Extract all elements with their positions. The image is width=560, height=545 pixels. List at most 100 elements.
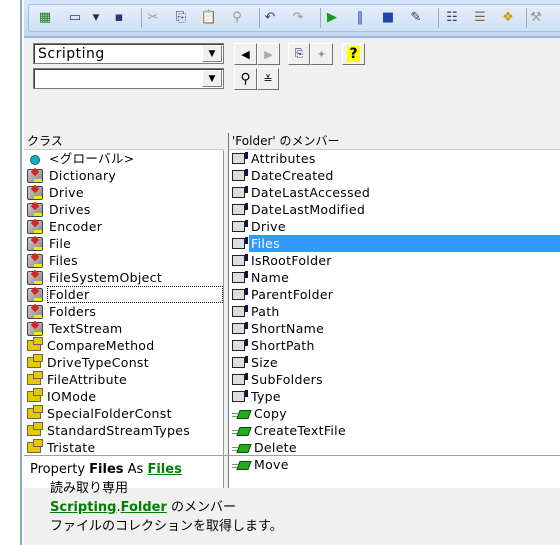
member-item[interactable]: ShortPath bbox=[229, 337, 560, 354]
detail-kind: Property bbox=[30, 462, 86, 477]
class-item[interactable]: DriveTypeConst bbox=[24, 354, 223, 371]
class-item[interactable]: File bbox=[24, 235, 223, 252]
search-combo[interactable]: ▼ bbox=[33, 68, 224, 89]
enum-icon bbox=[27, 371, 43, 385]
item-label: ShortPath bbox=[251, 338, 315, 353]
member-item[interactable]: IsRootFolder bbox=[229, 252, 560, 269]
class-item[interactable]: Encoder bbox=[24, 218, 223, 235]
class-item[interactable]: <グローバル> bbox=[24, 150, 223, 167]
method-icon bbox=[232, 424, 248, 438]
class-item[interactable]: Dictionary bbox=[24, 167, 223, 184]
class-icon bbox=[27, 202, 43, 217]
member-item[interactable]: Delete bbox=[229, 439, 560, 456]
member-item[interactable]: Drive bbox=[229, 218, 560, 235]
member-item[interactable]: ParentFolder bbox=[229, 286, 560, 303]
view-definition-icon: ✦ bbox=[316, 47, 327, 61]
view-definition-button[interactable]: ✦ bbox=[310, 43, 333, 65]
object-browser-icon[interactable]: ❖ bbox=[499, 8, 517, 26]
member-item[interactable]: CreateTextFile bbox=[229, 422, 560, 439]
find-icon[interactable]: ⚲ bbox=[228, 8, 246, 26]
class-item[interactable]: Files bbox=[24, 252, 223, 269]
toolbox-icon[interactable]: ⚒ bbox=[527, 8, 545, 26]
class-item[interactable]: Folder bbox=[24, 286, 223, 303]
member-item[interactable]: Copy bbox=[229, 405, 560, 422]
member-item[interactable]: Path bbox=[229, 303, 560, 320]
class-link[interactable]: Folder bbox=[121, 500, 167, 515]
excel-icon[interactable]: ▦ bbox=[36, 8, 54, 26]
class-item[interactable]: StandardStreamTypes bbox=[24, 422, 223, 439]
item-label: SubFolders bbox=[251, 372, 323, 387]
copy-icon: ⎘ bbox=[294, 47, 304, 60]
member-item[interactable]: Size bbox=[229, 354, 560, 371]
run-icon[interactable]: ▶ bbox=[323, 8, 341, 26]
method-icon bbox=[232, 407, 248, 421]
member-item[interactable]: DateLastModified bbox=[229, 201, 560, 218]
member-item[interactable]: Name bbox=[229, 269, 560, 286]
show-search-results-button[interactable]: ≚ bbox=[257, 68, 279, 90]
item-label: TextStream bbox=[49, 321, 123, 336]
library-combo[interactable]: Scripting ▼ bbox=[33, 43, 224, 64]
property-icon bbox=[232, 186, 248, 198]
class-item[interactable]: IOMode bbox=[24, 388, 223, 405]
left-window-edge bbox=[0, 0, 22, 545]
class-item[interactable]: SpecialFolderConst bbox=[24, 405, 223, 422]
properties-icon[interactable]: ☰ bbox=[471, 8, 489, 26]
property-icon bbox=[232, 322, 248, 334]
property-icon bbox=[232, 305, 248, 317]
undo-icon[interactable]: ↶ bbox=[261, 8, 279, 26]
library-link[interactable]: Scripting bbox=[50, 500, 116, 515]
search-button[interactable]: ⚲ bbox=[234, 68, 257, 90]
member-item[interactable]: Type bbox=[229, 388, 560, 405]
help-button[interactable]: ? bbox=[342, 43, 365, 65]
dropdown-arrow-icon[interactable]: ▾ bbox=[87, 8, 105, 26]
save-icon[interactable]: ▪ bbox=[110, 8, 128, 26]
project-explorer-icon[interactable]: ☷ bbox=[443, 8, 461, 26]
chevron-down-icon[interactable]: ▼ bbox=[202, 70, 222, 87]
class-item[interactable]: FileSystemObject bbox=[24, 269, 223, 286]
item-label: FileSystemObject bbox=[49, 270, 163, 285]
class-item[interactable]: Drives bbox=[24, 201, 223, 218]
paste-icon[interactable]: 📋 bbox=[200, 8, 218, 26]
detail-name: Files bbox=[89, 462, 124, 477]
member-item[interactable]: DateLastAccessed bbox=[229, 184, 560, 201]
class-item[interactable]: Folders bbox=[24, 303, 223, 320]
member-item[interactable]: DateCreated bbox=[229, 167, 560, 184]
forward-button[interactable]: ▶ bbox=[257, 43, 280, 65]
class-item[interactable]: Drive bbox=[24, 184, 223, 201]
userform-icon[interactable]: ▭ bbox=[66, 8, 84, 26]
detail-as: As bbox=[127, 462, 144, 477]
item-label: Type bbox=[251, 389, 281, 404]
chevron-down-icon[interactable]: ▼ bbox=[202, 45, 222, 62]
pause-icon[interactable]: ‖ bbox=[351, 8, 369, 26]
class-item[interactable]: CompareMethod bbox=[24, 337, 223, 354]
property-icon bbox=[232, 203, 248, 215]
item-label: Attributes bbox=[251, 151, 316, 166]
item-label: Path bbox=[251, 304, 280, 319]
class-item[interactable]: TextStream bbox=[24, 320, 223, 337]
item-label: File bbox=[49, 236, 72, 251]
design-mode-icon[interactable]: ✎ bbox=[407, 8, 425, 26]
class-icon bbox=[27, 321, 43, 336]
member-item[interactable]: ShortName bbox=[229, 320, 560, 337]
stop-icon[interactable]: ■ bbox=[379, 8, 397, 26]
member-item[interactable]: SubFolders bbox=[229, 371, 560, 388]
members-header: 'Folder' のメンバー bbox=[229, 133, 560, 150]
item-label: Name bbox=[251, 270, 290, 285]
class-item[interactable]: FileAttribute bbox=[24, 371, 223, 388]
property-icon bbox=[232, 339, 248, 351]
property-icon bbox=[232, 373, 248, 385]
classes-list[interactable]: <グローバル> Dictionary Drive Drives Encoder File F… bbox=[24, 150, 224, 488]
back-button[interactable]: ◀ bbox=[234, 43, 257, 65]
class-item[interactable]: Tristate bbox=[24, 439, 223, 456]
type-link[interactable]: Files bbox=[147, 462, 181, 477]
item-label: Tristate bbox=[47, 440, 96, 455]
member-item[interactable]: Files bbox=[229, 235, 560, 252]
cut-icon[interactable]: ✂ bbox=[144, 8, 162, 26]
item-label: IOMode bbox=[47, 389, 97, 404]
copy-icon[interactable]: ⎘ bbox=[172, 8, 190, 26]
redo-icon[interactable]: ↷ bbox=[289, 8, 307, 26]
member-item[interactable]: Attributes bbox=[229, 150, 560, 167]
item-label: DateLastModified bbox=[251, 202, 366, 217]
members-list[interactable]: Attributes DateCreated DateLastAccessed Dat… bbox=[229, 150, 560, 488]
copy-to-clipboard-button[interactable]: ⎘ bbox=[288, 43, 310, 65]
